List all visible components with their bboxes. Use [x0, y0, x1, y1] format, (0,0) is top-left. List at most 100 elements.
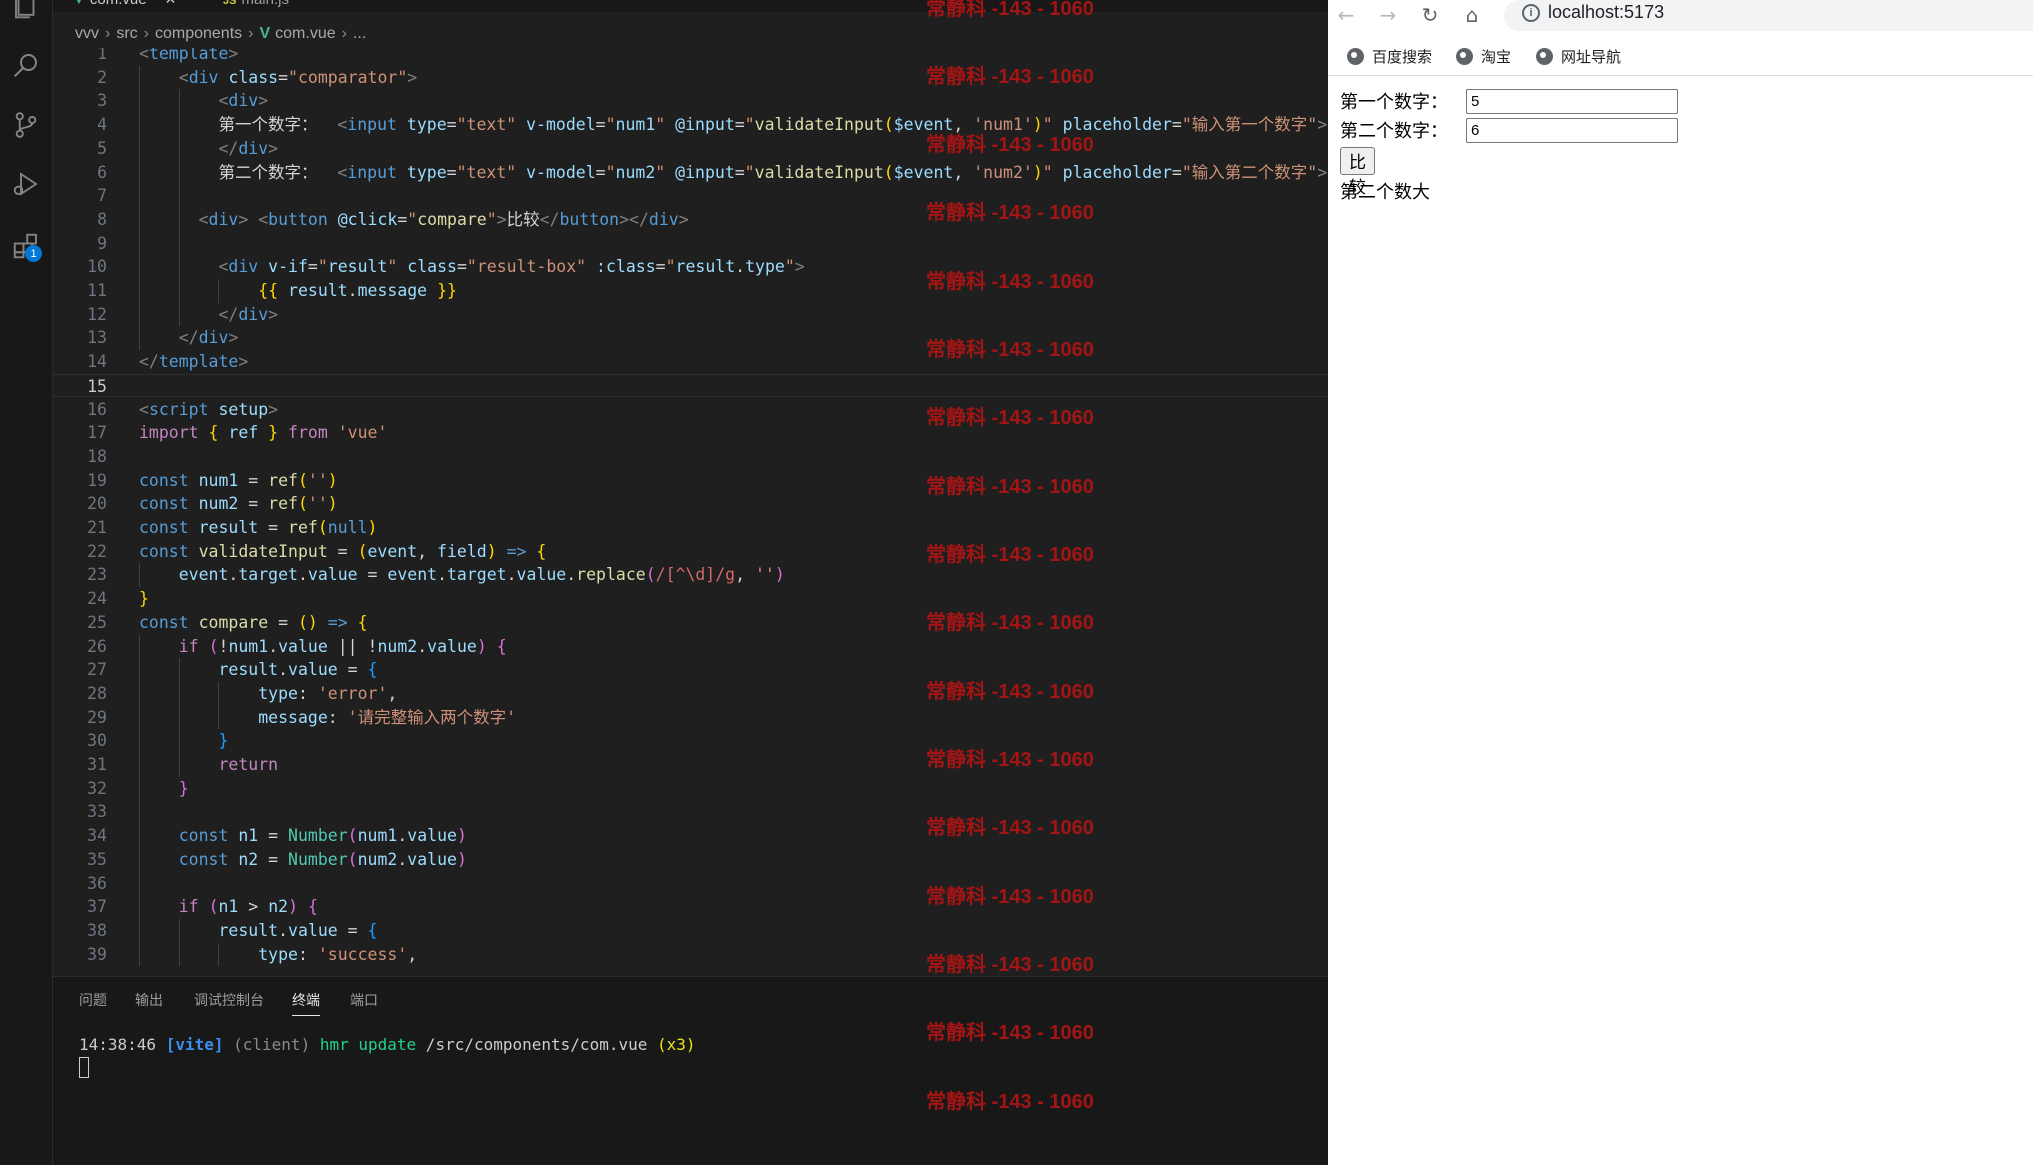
- line-number[interactable]: 26: [53, 635, 107, 659]
- forward-icon[interactable]: →: [1375, 2, 1401, 28]
- code-line[interactable]: 12 </div>: [53, 303, 1328, 327]
- line-number[interactable]: 18: [53, 445, 107, 469]
- extensions-icon[interactable]: 1: [8, 228, 44, 264]
- code-line[interactable]: 23 event.target.value = event.target.val…: [53, 563, 1328, 587]
- panel-tab-output[interactable]: 输出: [135, 990, 163, 1010]
- line-number[interactable]: 32: [53, 777, 107, 801]
- back-icon[interactable]: ←: [1333, 2, 1359, 28]
- line-number[interactable]: 9: [53, 232, 107, 256]
- line-number[interactable]: 2: [53, 66, 107, 90]
- code-editor[interactable]: 1 <template> 2 <div class="comparator"> 3 <…: [53, 48, 1328, 976]
- line-number[interactable]: 36: [53, 872, 107, 896]
- line-number[interactable]: 22: [53, 540, 107, 564]
- line-number[interactable]: 6: [53, 161, 107, 185]
- code-line[interactable]: 22 const validateInput = (event, field) =…: [53, 540, 1328, 564]
- tab-main-js[interactable]: JS main.js: [223, 0, 289, 12]
- line-number[interactable]: 31: [53, 753, 107, 777]
- line-number[interactable]: 37: [53, 895, 107, 919]
- code-line[interactable]: 26 if (!num1.value || !num2.value) {: [53, 635, 1328, 659]
- code-line[interactable]: 1 <template>: [53, 48, 1328, 66]
- line-number[interactable]: 3: [53, 89, 107, 113]
- code-line[interactable]: 18: [53, 445, 1328, 469]
- line-number[interactable]: 27: [53, 658, 107, 682]
- panel-tab-debug-console[interactable]: 调试控制台: [194, 990, 264, 1010]
- line-number[interactable]: 12: [53, 303, 107, 327]
- code-line[interactable]: 34 const n1 = Number(num1.value): [53, 824, 1328, 848]
- explorer-icon[interactable]: [8, 0, 44, 24]
- code-line[interactable]: 29 message: '请完整输入两个数字': [53, 706, 1328, 730]
- code-line[interactable]: 27 result.value = {: [53, 658, 1328, 682]
- code-line[interactable]: 39 type: 'success',: [53, 943, 1328, 967]
- line-number[interactable]: 8: [53, 208, 107, 232]
- line-number[interactable]: 39: [53, 943, 107, 967]
- code-line[interactable]: 10 <div v-if="result" class="result-box"…: [53, 255, 1328, 279]
- second-number-input[interactable]: [1466, 117, 1678, 143]
- breadcrumb-item[interactable]: vvv: [75, 25, 99, 43]
- code-line[interactable]: 7: [53, 184, 1328, 208]
- code-line[interactable]: 38 result.value = {: [53, 919, 1328, 943]
- code-line[interactable]: 19 const num1 = ref(''): [53, 469, 1328, 493]
- line-number[interactable]: 24: [53, 587, 107, 611]
- tab-com-vue[interactable]: ▼ com.vue ✕: [73, 0, 176, 12]
- line-number[interactable]: 38: [53, 919, 107, 943]
- breadcrumb-item[interactable]: ...: [353, 25, 366, 43]
- code-line[interactable]: 31 return: [53, 753, 1328, 777]
- line-number[interactable]: 7: [53, 184, 107, 208]
- line-number[interactable]: 13: [53, 326, 107, 350]
- line-number[interactable]: 16: [53, 398, 107, 422]
- line-number[interactable]: 35: [53, 848, 107, 872]
- code-line[interactable]: 15: [53, 373, 1328, 399]
- code-line[interactable]: 6 第二个数字： <input type="text" v-model="num…: [53, 161, 1328, 185]
- code-line[interactable]: 8 <div> <button @click="compare">比较</but…: [53, 208, 1328, 232]
- code-line[interactable]: 28 type: 'error',: [53, 682, 1328, 706]
- code-line[interactable]: 2 <div class="comparator">: [53, 66, 1328, 90]
- bookmark-taobao[interactable]: 淘宝: [1456, 44, 1511, 68]
- line-number[interactable]: 15: [53, 375, 107, 399]
- line-number[interactable]: 1: [53, 48, 107, 66]
- code-line[interactable]: 4 第一个数字： <input type="text" v-model="num…: [53, 113, 1328, 137]
- code-line[interactable]: 37 if (n1 > n2) {: [53, 895, 1328, 919]
- breadcrumb-item[interactable]: components: [155, 25, 242, 43]
- line-number[interactable]: 14: [53, 350, 107, 374]
- line-number[interactable]: 33: [53, 800, 107, 824]
- close-icon[interactable]: ✕: [165, 0, 177, 7]
- code-line[interactable]: 24}: [53, 587, 1328, 611]
- code-line[interactable]: 17 import { ref } from 'vue': [53, 421, 1328, 445]
- code-line[interactable]: 20 const num2 = ref(''): [53, 492, 1328, 516]
- line-number[interactable]: 4: [53, 113, 107, 137]
- line-number[interactable]: 11: [53, 279, 107, 303]
- line-number[interactable]: 29: [53, 706, 107, 730]
- address-url[interactable]: localhost:5173: [1548, 2, 1664, 23]
- source-control-icon[interactable]: [8, 107, 44, 143]
- code-line[interactable]: 14 </template>: [53, 350, 1328, 374]
- home-icon[interactable]: ⌂: [1459, 2, 1485, 28]
- first-number-input[interactable]: [1466, 88, 1678, 114]
- code-line[interactable]: 35 const n2 = Number(num2.value): [53, 848, 1328, 872]
- panel-tab-problems[interactable]: 问题: [79, 990, 107, 1010]
- line-number[interactable]: 17: [53, 421, 107, 445]
- code-line[interactable]: 13 </div>: [53, 326, 1328, 350]
- panel-tab-terminal[interactable]: 终端: [292, 990, 320, 1016]
- breadcrumb-item[interactable]: src: [116, 25, 137, 43]
- line-number[interactable]: 34: [53, 824, 107, 848]
- line-number[interactable]: 30: [53, 729, 107, 753]
- code-line[interactable]: 33: [53, 800, 1328, 824]
- code-line[interactable]: 3 <div>: [53, 89, 1328, 113]
- info-icon[interactable]: i: [1522, 4, 1540, 22]
- breadcrumb-item[interactable]: com.vue: [275, 25, 335, 43]
- line-number[interactable]: 25: [53, 611, 107, 635]
- code-line[interactable]: 11 {{ result.message }}: [53, 279, 1328, 303]
- code-line[interactable]: 32 }: [53, 777, 1328, 801]
- line-number[interactable]: 5: [53, 137, 107, 161]
- bookmark-nav[interactable]: 网址导航: [1536, 44, 1621, 68]
- code-line[interactable]: 30 }: [53, 729, 1328, 753]
- run-debug-icon[interactable]: [8, 166, 44, 202]
- bookmark-baidu[interactable]: 百度搜索: [1347, 44, 1432, 68]
- search-icon[interactable]: [8, 47, 44, 83]
- line-number[interactable]: 28: [53, 682, 107, 706]
- panel-tab-ports[interactable]: 端口: [350, 990, 378, 1010]
- reload-icon[interactable]: ↻: [1417, 2, 1443, 28]
- line-number[interactable]: 10: [53, 255, 107, 279]
- code-line[interactable]: 21 const result = ref(null): [53, 516, 1328, 540]
- line-number[interactable]: 23: [53, 563, 107, 587]
